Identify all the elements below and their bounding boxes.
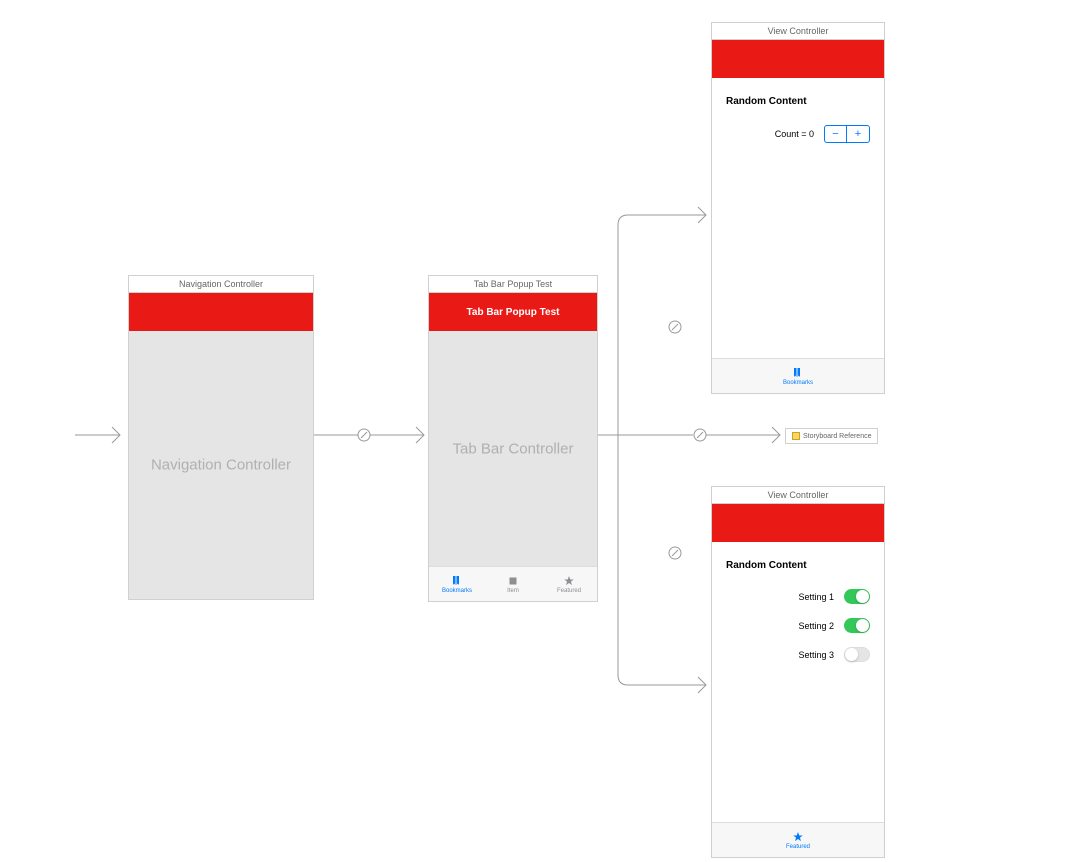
setting-label: Setting 2 — [798, 621, 834, 631]
setting-row-3: Setting 3 — [726, 647, 870, 662]
navbar — [712, 40, 884, 78]
placeholder-label: Tab Bar Controller — [429, 440, 597, 457]
setting-label: Setting 3 — [798, 650, 834, 660]
tab-label: Featured — [557, 588, 581, 594]
tab-label: Bookmarks — [442, 588, 472, 594]
tab-bar: Bookmarks Item Featured — [429, 566, 597, 601]
scene-tab-bar-controller[interactable]: Tab Bar Popup Test Tab Bar Popup Test Ta… — [428, 275, 598, 602]
scene-title: View Controller — [712, 23, 884, 40]
placeholder-label: Navigation Controller — [129, 457, 313, 474]
tab-bar: Bookmarks — [712, 358, 884, 393]
tab-bar: Featured — [712, 822, 884, 857]
scene-view-controller-bottom[interactable]: View Controller Random Content Setting 1… — [711, 486, 885, 858]
tab-label: Item — [507, 588, 519, 594]
tab-featured[interactable]: Featured — [541, 567, 597, 601]
tab-featured[interactable]: Featured — [712, 823, 884, 857]
tab-bookmarks[interactable]: Bookmarks — [712, 359, 884, 393]
setting-3-switch[interactable] — [844, 647, 870, 662]
stepper-plus[interactable]: + — [847, 126, 869, 142]
setting-1-switch[interactable] — [844, 589, 870, 604]
scene-view-controller-top[interactable]: View Controller Random Content Count = 0… — [711, 22, 885, 394]
scene-title: Tab Bar Popup Test — [429, 276, 597, 293]
setting-label: Setting 1 — [798, 592, 834, 602]
tab-label: Bookmarks — [783, 380, 813, 386]
count-row: Count = 0 − + — [726, 125, 870, 143]
stepper-minus[interactable]: − — [825, 126, 847, 142]
tab-label: Featured — [786, 844, 810, 850]
count-stepper[interactable]: − + — [824, 125, 870, 143]
section-header: Random Content — [726, 560, 870, 571]
scene-navigation-controller[interactable]: Navigation Controller Navigation Control… — [128, 275, 314, 600]
star-icon — [791, 831, 805, 843]
storyboard-reference[interactable]: Storyboard Reference — [785, 428, 878, 444]
section-header: Random Content — [726, 96, 870, 107]
navbar — [129, 293, 313, 331]
bookmarks-icon — [450, 575, 464, 587]
count-label: Count = 0 — [775, 129, 814, 139]
square-icon — [506, 575, 520, 587]
tab-item[interactable]: Item — [485, 567, 541, 601]
setting-2-switch[interactable] — [844, 618, 870, 633]
star-icon — [562, 575, 576, 587]
navbar — [712, 504, 884, 542]
storyboard-icon — [792, 432, 800, 440]
setting-row-1: Setting 1 — [726, 589, 870, 604]
scene-title: Navigation Controller — [129, 276, 313, 293]
navbar: Tab Bar Popup Test — [429, 293, 597, 331]
tab-bookmarks[interactable]: Bookmarks — [429, 567, 485, 601]
setting-row-2: Setting 2 — [726, 618, 870, 633]
scene-title: View Controller — [712, 487, 884, 504]
navbar-title: Tab Bar Popup Test — [467, 307, 560, 318]
bookmarks-icon — [791, 367, 805, 379]
storyboard-reference-label: Storyboard Reference — [803, 433, 871, 440]
